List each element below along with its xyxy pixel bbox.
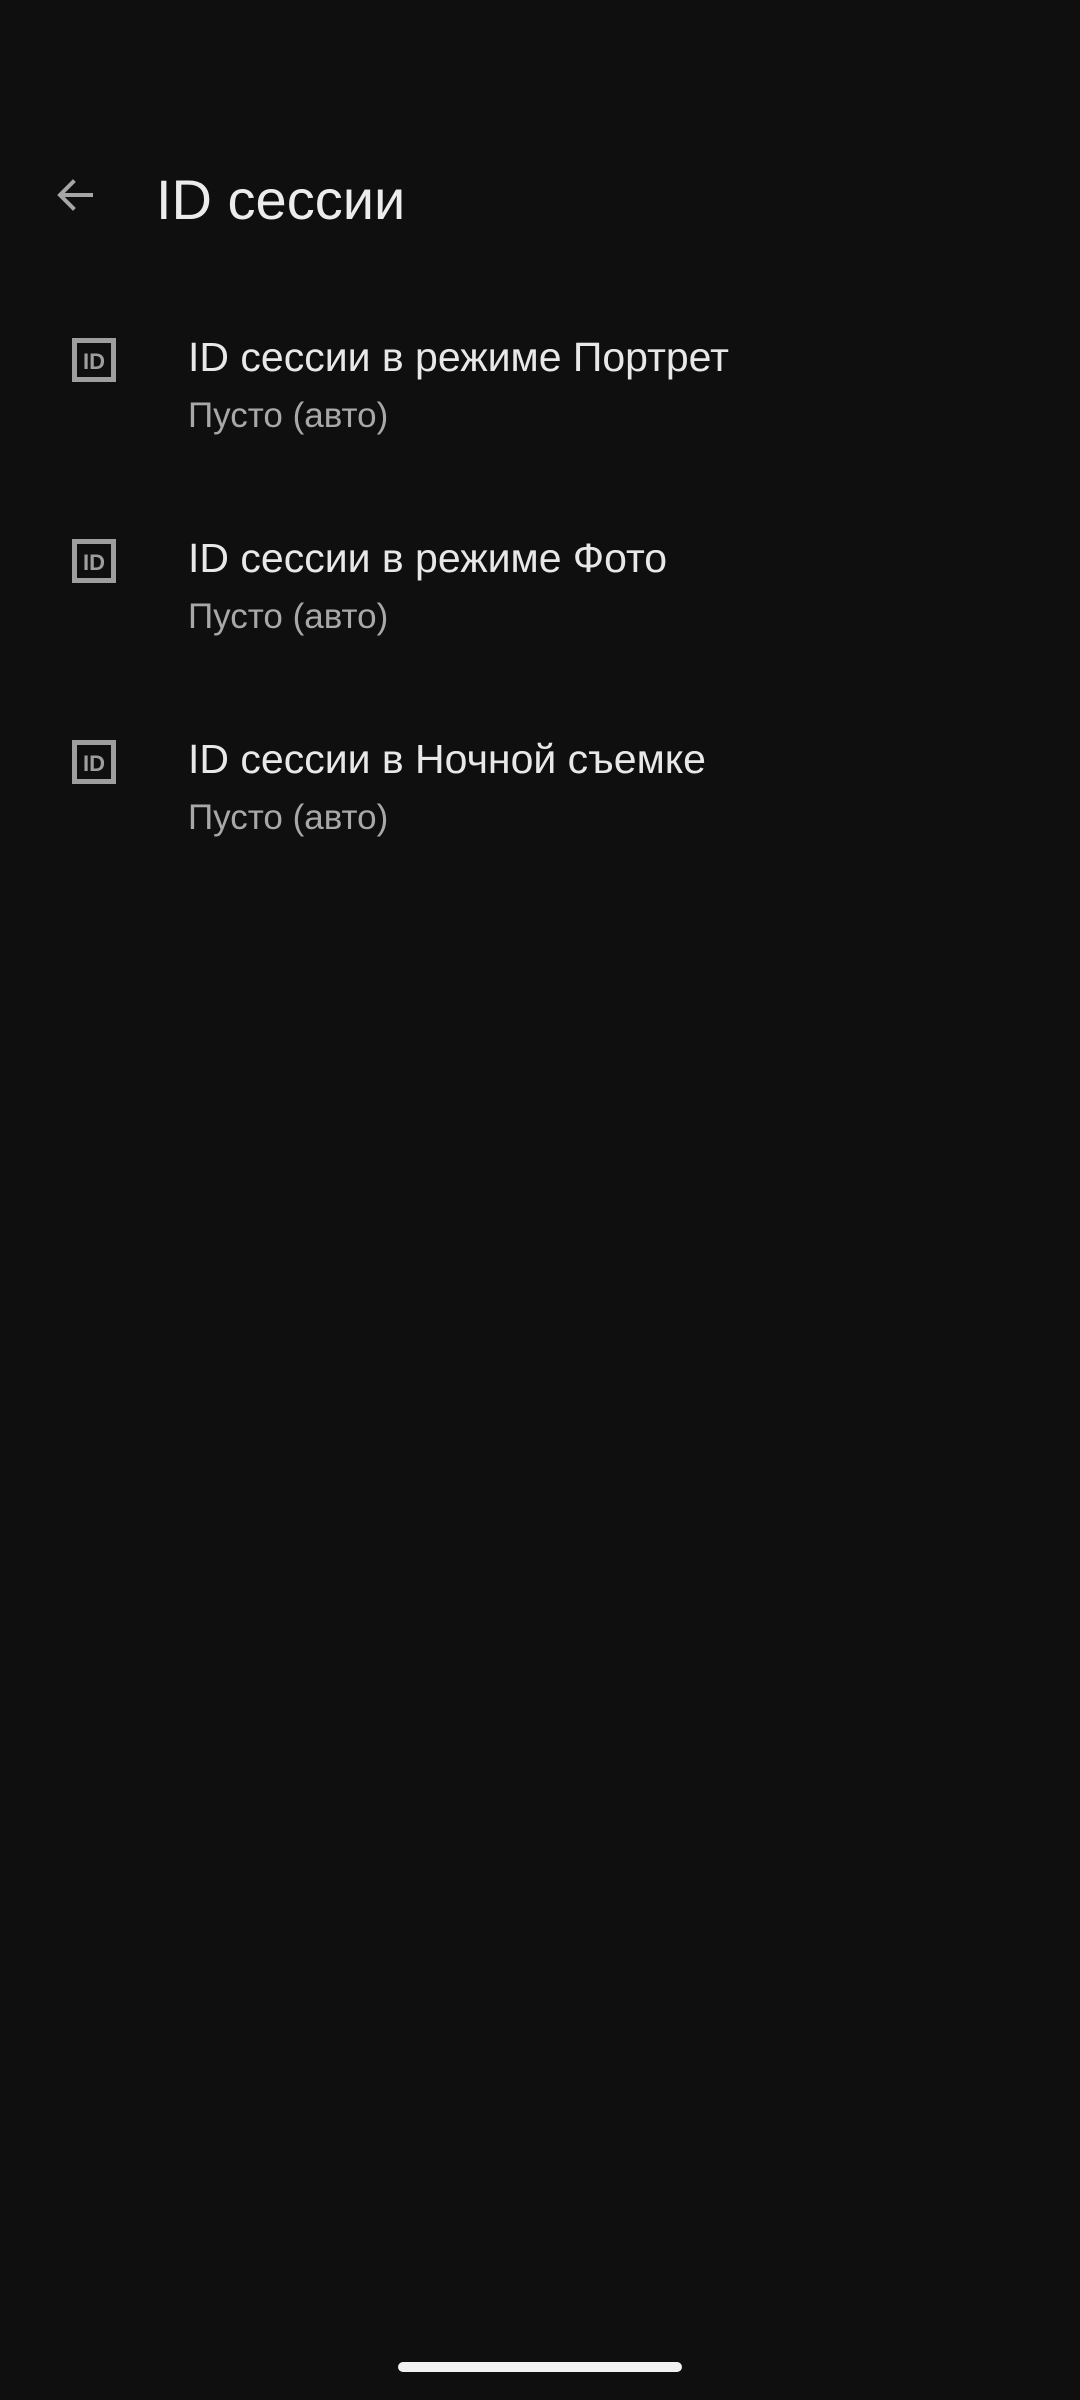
list-item-title: ID сессии в режиме Портрет — [188, 334, 729, 380]
arrow-left-icon — [57, 179, 93, 211]
list-item-title: ID сессии в Ночной съемке — [188, 736, 706, 782]
settings-list: ID ID сессии в режиме Портрет Пусто (авт… — [0, 300, 1080, 903]
list-item-title: ID сессии в режиме Фото — [188, 535, 668, 581]
id-badge-icon: ID — [72, 539, 116, 583]
id-badge-icon: ID — [72, 740, 116, 784]
gesture-navigation-bar[interactable] — [398, 2362, 682, 2372]
list-item-summary: Пусто (авто) — [188, 597, 389, 636]
list-item-photo-session-id[interactable]: ID ID сессии в режиме Фото Пусто (авто) — [0, 501, 1080, 702]
list-item-summary: Пусто (авто) — [188, 798, 389, 837]
list-item-night-session-id[interactable]: ID ID сессии в Ночной съемке Пусто (авто… — [0, 702, 1080, 903]
page-title: ID сессии — [156, 168, 406, 231]
svg-text:ID: ID — [83, 751, 105, 776]
back-button[interactable] — [40, 160, 110, 230]
app-bar: ID сессии — [0, 140, 1080, 270]
list-item-portrait-session-id[interactable]: ID ID сессии в режиме Портрет Пусто (авт… — [0, 300, 1080, 501]
svg-text:ID: ID — [83, 349, 105, 374]
id-badge-icon: ID — [72, 338, 116, 382]
svg-text:ID: ID — [83, 550, 105, 575]
list-item-summary: Пусто (авто) — [188, 396, 389, 435]
